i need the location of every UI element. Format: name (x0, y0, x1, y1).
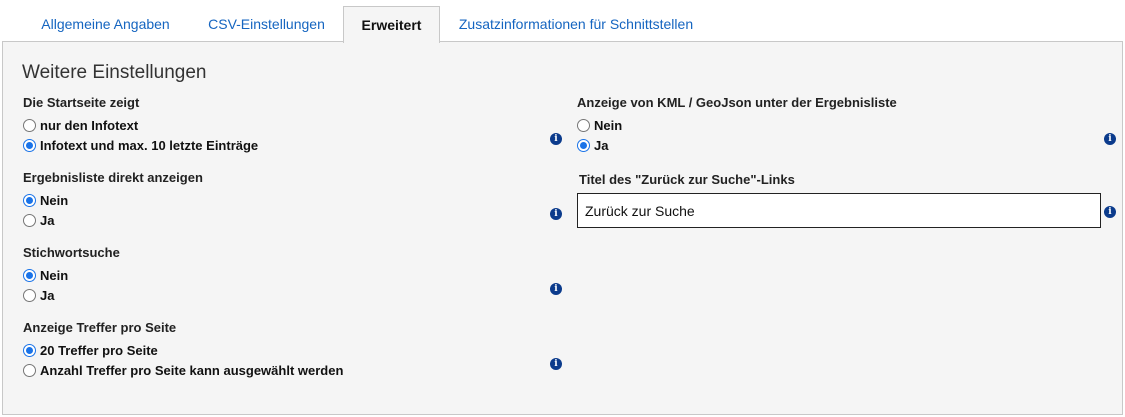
kml-option-ja[interactable]: Ja (577, 137, 608, 153)
option-label: nur den Infotext (40, 117, 139, 133)
radio-button[interactable] (23, 118, 36, 132)
radio-button[interactable] (577, 118, 590, 132)
info-icon[interactable]: i (550, 283, 562, 295)
tab-allgemeine-angaben[interactable]: Allgemeine Angaben (28, 6, 183, 42)
zurueck-label: Titel des "Zurück zur Suche"-Links (579, 172, 795, 187)
startseite-option-infotext[interactable]: nur den Infotext (23, 117, 138, 133)
ergebnisliste-option-ja[interactable]: Ja (23, 212, 54, 228)
radio-button[interactable] (23, 288, 36, 302)
stichwortsuche-option-ja[interactable]: Ja (23, 287, 54, 303)
radio-button[interactable] (23, 268, 36, 282)
option-label: Nein (40, 267, 69, 283)
option-label: Ja (40, 287, 55, 303)
option-label: Nein (40, 192, 69, 208)
tab-bar: Allgemeine Angaben CSV-Einstellungen Erw… (0, 0, 1125, 43)
treffer-label: Anzeige Treffer pro Seite (23, 320, 177, 335)
info-icon[interactable]: i (1104, 133, 1116, 145)
ergebnisliste-option-nein[interactable]: Nein (23, 192, 68, 208)
startseite-option-infotext-eintraege[interactable]: Infotext und max. 10 letzte Einträge (23, 137, 258, 153)
option-label: Infotext und max. 10 letzte Einträge (40, 137, 259, 153)
info-icon[interactable]: i (550, 358, 562, 370)
ergebnisliste-label: Ergebnisliste direkt anzeigen (23, 170, 203, 185)
section-title: Weitere Einstellungen (22, 62, 207, 83)
option-label: Nein (594, 117, 623, 133)
info-icon[interactable]: i (550, 133, 562, 145)
info-icon[interactable]: i (550, 208, 562, 220)
treffer-option-auswaehlbar[interactable]: Anzahl Treffer pro Seite kann ausgewählt… (23, 362, 343, 378)
radio-button[interactable] (23, 363, 36, 377)
treffer-option-20[interactable]: 20 Treffer pro Seite (23, 342, 158, 358)
option-label: 20 Treffer pro Seite (40, 342, 158, 358)
radio-button[interactable] (577, 138, 590, 152)
tab-zusatzinformationen[interactable]: Zusatzinformationen für Schnittstellen (448, 6, 704, 42)
settings-panel (2, 41, 1123, 415)
option-label: Ja (594, 137, 609, 153)
startseite-label: Die Startseite zeigt (23, 95, 140, 110)
kml-label: Anzeige von KML / GeoJson unter der Erge… (577, 95, 897, 110)
radio-button[interactable] (23, 343, 36, 357)
option-label: Ja (40, 212, 55, 228)
radio-button[interactable] (23, 138, 36, 152)
radio-button[interactable] (23, 193, 36, 207)
radio-button[interactable] (23, 213, 36, 227)
kml-option-nein[interactable]: Nein (577, 117, 622, 133)
stichwortsuche-option-nein[interactable]: Nein (23, 267, 68, 283)
option-label: Anzahl Treffer pro Seite kann ausgewählt… (40, 362, 344, 378)
tab-erweitert[interactable]: Erweitert (343, 6, 440, 43)
tab-csv-einstellungen[interactable]: CSV-Einstellungen (195, 6, 338, 42)
zurueck-title-input[interactable] (577, 193, 1101, 228)
info-icon[interactable]: i (1104, 206, 1116, 218)
stichwortsuche-label: Stichwortsuche (23, 245, 120, 260)
